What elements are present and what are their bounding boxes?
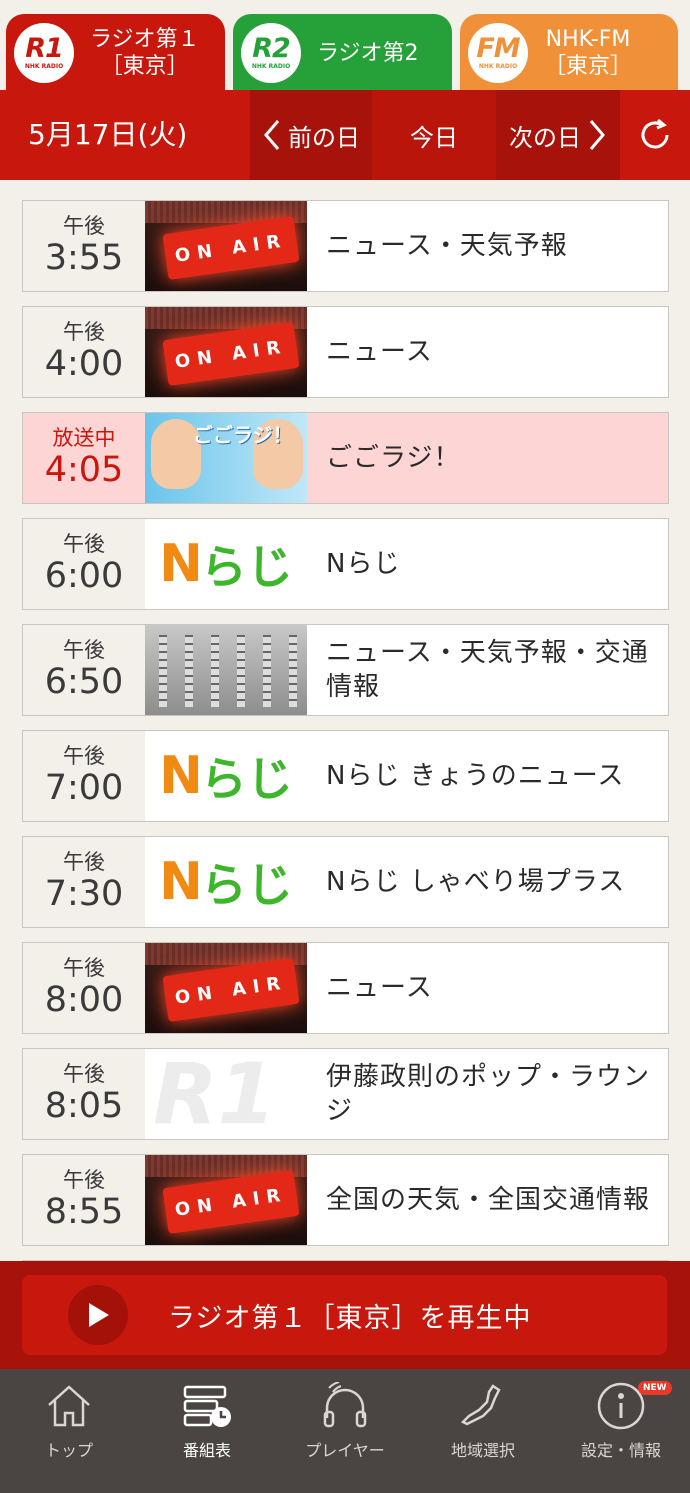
program-row[interactable]: 午後 8:00 ON AIR ニュース (22, 942, 669, 1034)
program-row-live[interactable]: 放送中 4:05 ごごラジ！ ごごラジ！ (22, 412, 669, 504)
today-button[interactable]: 今日 (372, 90, 496, 180)
program-time: 午後 4:00 (23, 307, 145, 397)
r2-logo-icon: R2 NHK RADIO (241, 23, 301, 83)
nav-schedule[interactable]: 番組表 (138, 1369, 276, 1493)
nraji-logo-thumbnail: N らじ (145, 731, 307, 821)
program-title: 伊藤政則のポップ・ラウンジ (326, 1062, 651, 1126)
program-time: 午後 8:00 (23, 943, 145, 1033)
nav-region[interactable]: 地域選択 (414, 1369, 552, 1493)
program-title: 全国の天気・全国交通情報 (326, 1185, 651, 1215)
program-row[interactable]: 午後 8:55 ON AIR 全国の天気・全国交通情報 (22, 1154, 669, 1246)
program-time: 午後 7:30 (23, 837, 145, 927)
program-time: 午後 8:05 (23, 1049, 145, 1139)
onair-thumbnail: ON AIR (145, 201, 307, 291)
program-row[interactable]: 午後 7:30 N らじ Nらじ しゃべり場プラス (22, 836, 669, 928)
program-time: 放送中 4:05 (23, 413, 145, 503)
program-title: ごごラジ！ (326, 443, 461, 473)
tab-radio2[interactable]: R2 NHK RADIO ラジオ第2 (233, 14, 452, 92)
program-title: Nらじ きょうのニュース (326, 761, 625, 791)
program-time: 午後 3:55 (23, 201, 145, 291)
nraji-logo-thumbnail: N らじ (145, 519, 307, 609)
now-playing-text: ラジオ第１［東京］を再生中 (168, 1302, 532, 1334)
r1-logo-icon: R1 NHK RADIO (14, 23, 74, 83)
new-badge: NEW (638, 1381, 672, 1395)
program-time: 午後 8:55 (23, 1155, 145, 1245)
schedule-icon (181, 1381, 233, 1431)
home-icon (43, 1381, 95, 1431)
headphones-icon (319, 1381, 371, 1431)
nraji-logo-thumbnail: N らじ (145, 837, 307, 927)
japan-map-icon (457, 1381, 509, 1431)
program-title: ニュース・天気予報 (326, 231, 568, 261)
program-row[interactable]: 午後 6:00 N らじ Nらじ (22, 518, 669, 610)
r1-placeholder-thumbnail: R1 (145, 1049, 307, 1139)
tab-fm-label: NHK-FM ［東京］ (544, 27, 633, 79)
onair-thumbnail: ON AIR (145, 943, 307, 1033)
today-label: 今日 (410, 123, 458, 152)
nav-player[interactable]: プレイヤー (276, 1369, 414, 1493)
program-time: 午後 6:00 (23, 519, 145, 609)
prev-day-button[interactable]: 前の日 (250, 90, 372, 180)
program-title: Nらじ (326, 549, 401, 579)
now-playing-bar: ラジオ第１［東京］を再生中 (0, 1261, 690, 1369)
program-title: Nらじ しゃべり場プラス (326, 867, 626, 897)
play-icon (68, 1285, 128, 1345)
channel-tabs: R1 NHK RADIO ラジオ第１ ［東京］ R2 NHK RADIO ラジオ… (0, 0, 690, 92)
current-date: 5月17日(火) (28, 118, 188, 151)
tab-fm[interactable]: FM NHK RADIO NHK-FM ［東京］ (460, 14, 678, 92)
tab-radio1-label: ラジオ第１ ［東京］ (90, 27, 200, 79)
reload-button[interactable] (620, 90, 690, 180)
tab-radio1[interactable]: R1 NHK RADIO ラジオ第１ ［東京］ (6, 14, 225, 92)
chevron-right-icon (589, 120, 605, 150)
onair-thumbnail: ON AIR (145, 307, 307, 397)
program-row[interactable]: 午後 6:50 ニュース・天気予報・交通情報 (22, 624, 669, 716)
next-day-button[interactable]: 次の日 (496, 90, 620, 180)
program-time: 午後 7:00 (23, 731, 145, 821)
chevron-left-icon (264, 120, 280, 150)
program-time: 午後 6:50 (23, 625, 145, 715)
program-title: ニュース (326, 973, 433, 1003)
onair-thumbnail: ON AIR (145, 1155, 307, 1245)
bottom-nav: トップ 番組表 プレイヤー 地域選択 NEW 設定・情報 (0, 1369, 690, 1493)
program-title: ニュース・天気予報・交通情報 (326, 638, 649, 702)
now-playing-button[interactable]: ラジオ第１［東京］を再生中 (22, 1275, 667, 1355)
gogo-radio-thumbnail: ごごラジ！ (145, 413, 307, 503)
program-row[interactable]: 午後 4:00 ON AIR ニュース (22, 306, 669, 398)
mixing-console-thumbnail (145, 625, 307, 715)
nav-top[interactable]: トップ (0, 1369, 138, 1493)
program-row[interactable]: 午後 8:05 R1 伊藤政則のポップ・ラウンジ (22, 1048, 669, 1140)
program-list: 午後 3:55 ON AIR ニュース・天気予報 午後 4:00 ON AIR … (22, 200, 669, 1274)
program-title: ニュース (326, 337, 433, 367)
program-row[interactable]: 午後 3:55 ON AIR ニュース・天気予報 (22, 200, 669, 292)
next-day-label: 次の日 (509, 123, 581, 152)
date-bar: 5月17日(火) 前の日 今日 次の日 (0, 90, 690, 180)
prev-day-label: 前の日 (288, 123, 360, 152)
tab-radio2-label: ラジオ第2 (317, 40, 419, 66)
program-row[interactable]: 午後 7:00 N らじ Nらじ きょうのニュース (22, 730, 669, 822)
reload-icon (641, 118, 669, 149)
nav-settings[interactable]: NEW 設定・情報 (552, 1369, 690, 1493)
fm-logo-icon: FM NHK RADIO (468, 23, 528, 83)
